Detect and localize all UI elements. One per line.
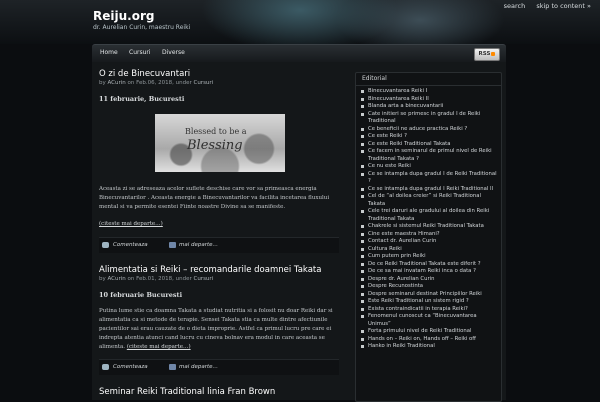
site-description: dr. Aurelian Curin, maestru Reiki [93,24,191,31]
post-category[interactable]: Cursuri [193,80,213,86]
post-date-heading: 10 februarie Bucuresti [99,291,183,299]
meta-by: by [99,80,106,86]
sidebar-item[interactable]: Cele trei daruri ale gradului al doilea … [360,208,498,223]
sidebar-item[interactable]: Ce este Reiki Traditional Takata [360,141,498,149]
post-body: Aceasta zi se adreseaza acelor suflete d… [99,185,336,212]
sidebar-item[interactable]: Cate initieri se primesc in gradul I de … [360,111,498,126]
sidebar-list: Binecuvantarea Reiki I Binecuvantarea Rei… [360,88,498,351]
sidebar-item[interactable]: Cum putem prin Reiki [360,253,498,261]
sidebar-item[interactable]: De ce Reiki Traditional Takata este dife… [360,261,498,269]
post-category[interactable]: Cursuri [193,276,213,282]
sidebar-title-text: Editorial [362,75,387,82]
read-more-row: (citeste mai departe…) [99,220,336,229]
top-links: search skip to content » [504,2,600,10]
post-footer: Comenteaza mai departe… [99,359,339,375]
sidebar-item[interactable]: Fenomenul cunoscut ca “Binecuvantarea Un… [360,313,498,328]
sidebar-item[interactable]: Cel de “al doilea creier” si Reiki Tradi… [360,193,498,208]
read-more-link[interactable]: (citeste mai departe…) [99,221,163,227]
rss-label: RSS [478,51,491,57]
post-body: Putina lume stie ca doamna Takata a stud… [99,307,336,352]
sidebar-item[interactable]: Cine este maestra Himani? [360,231,498,239]
rss-icon [491,51,496,56]
skip-to-content-link[interactable]: skip to content » [536,2,591,10]
comment-link[interactable]: Comenteaza [113,242,148,248]
comment-icon [102,242,109,248]
post-footer: Comenteaza mai departe… [99,237,339,253]
main-nav: Home Cursuri Diverse RSS [92,44,506,63]
comment-icon [102,364,109,370]
sidebar-title: Editorial [356,73,501,86]
post-text: Aceasta zi se adreseaza acelor suflete d… [99,186,330,210]
rss-button[interactable]: RSS [474,48,500,61]
nav-item-cursuri[interactable]: Cursuri [129,49,151,56]
site-header: Reiju.org dr. Aurelian Curin, maestru Re… [0,0,600,44]
sidebar: Editorial Binecuvantarea Reiki I Binecuva… [355,72,502,402]
sidebar-item[interactable]: Despre Recunostinta [360,283,498,291]
read-more-link[interactable]: (citeste mai departe…) [127,344,191,350]
site-title[interactable]: Reiju.org [93,9,154,23]
meta-under: under [175,276,192,282]
sidebar-item[interactable]: Contact dr. Aurelian Curin [360,238,498,246]
sidebar-item[interactable]: Ce se intampla dupa gradul I Reiki Tradi… [360,186,498,194]
post-author[interactable]: ACurin [108,80,126,86]
image-text-line2: Blessing [187,138,243,153]
sidebar-item[interactable]: Despre dr. Aurelian Curin [360,276,498,284]
meta-on: on [127,276,135,282]
post-date: Feb.06, 2018 [136,80,173,86]
post-title[interactable]: Alimentatia si Reiki – recomandarile doa… [99,265,321,275]
post-meta: by ACurin on Feb.01, 2018, under Cursuri [99,276,214,282]
sidebar-item[interactable]: Ce facem in seminarul de primul nivel de… [360,148,498,163]
sidebar-item[interactable]: Ce este Reiki ? [360,133,498,141]
post-meta: by ACurin on Feb.06, 2018, under Cursuri [99,80,214,86]
sidebar-item[interactable]: Forta primului nivel de Reiki Traditiona… [360,328,498,336]
sidebar-item[interactable]: Exista contraindicatii in terapia Reiki? [360,306,498,314]
meta-under: under [175,80,192,86]
sidebar-item[interactable]: Despre seminarul destinat Principiilor R… [360,291,498,299]
sidebar-item[interactable]: Cultura Reiki [360,246,498,254]
sidebar-item[interactable]: Este Reiki Traditional un sistem rigid ? [360,298,498,306]
sidebar-item[interactable]: Binecuvantarea Reiki II [360,96,498,104]
sidebar-item[interactable]: Hands on – Reiki on, Hands off – Reiki o… [360,336,498,344]
comment-link[interactable]: Comenteaza [113,364,148,370]
post-image: Blessed to be a Blessing [155,114,285,172]
more-link[interactable]: mai departe… [179,364,218,370]
more-icon [169,364,176,370]
sidebar-item[interactable]: Chakrele si sistemul Reiki Traditional T… [360,223,498,231]
post-author[interactable]: ACurin [108,276,126,282]
sidebar-item[interactable]: Ce nu este Reiki [360,163,498,171]
sidebar-item[interactable]: Ce se intampla dupa gradul I de Reiki Tr… [360,171,498,186]
image-text-line1: Blessed to be a [185,127,247,136]
post-title[interactable]: O zi de Binecuvantari [99,69,190,79]
post-date: Feb.01, 2018 [136,276,173,282]
sidebar-item[interactable]: Ce beneficii ne aduce practica Reiki ? [360,126,498,134]
search-link[interactable]: search [504,2,526,10]
more-link[interactable]: mai departe… [179,242,218,248]
post-date-heading: 11 februarie, Bucuresti [99,95,185,103]
sidebar-item[interactable]: Blanda arta a binecuvantarii [360,103,498,111]
sidebar-item[interactable]: Binecuvantarea Reiki I [360,88,498,96]
nav-item-home[interactable]: Home [100,49,118,56]
nav-item-diverse[interactable]: Diverse [162,49,185,56]
post-title[interactable]: Seminar Reiki Traditional linia Fran Bro… [99,387,275,397]
meta-by: by [99,276,106,282]
meta-on: on [127,80,135,86]
sidebar-item[interactable]: Hanko in Reiki Traditional [360,343,498,351]
sidebar-item[interactable]: De ce sa mai invatam Reiki inca o data ? [360,268,498,276]
more-icon [169,242,176,248]
